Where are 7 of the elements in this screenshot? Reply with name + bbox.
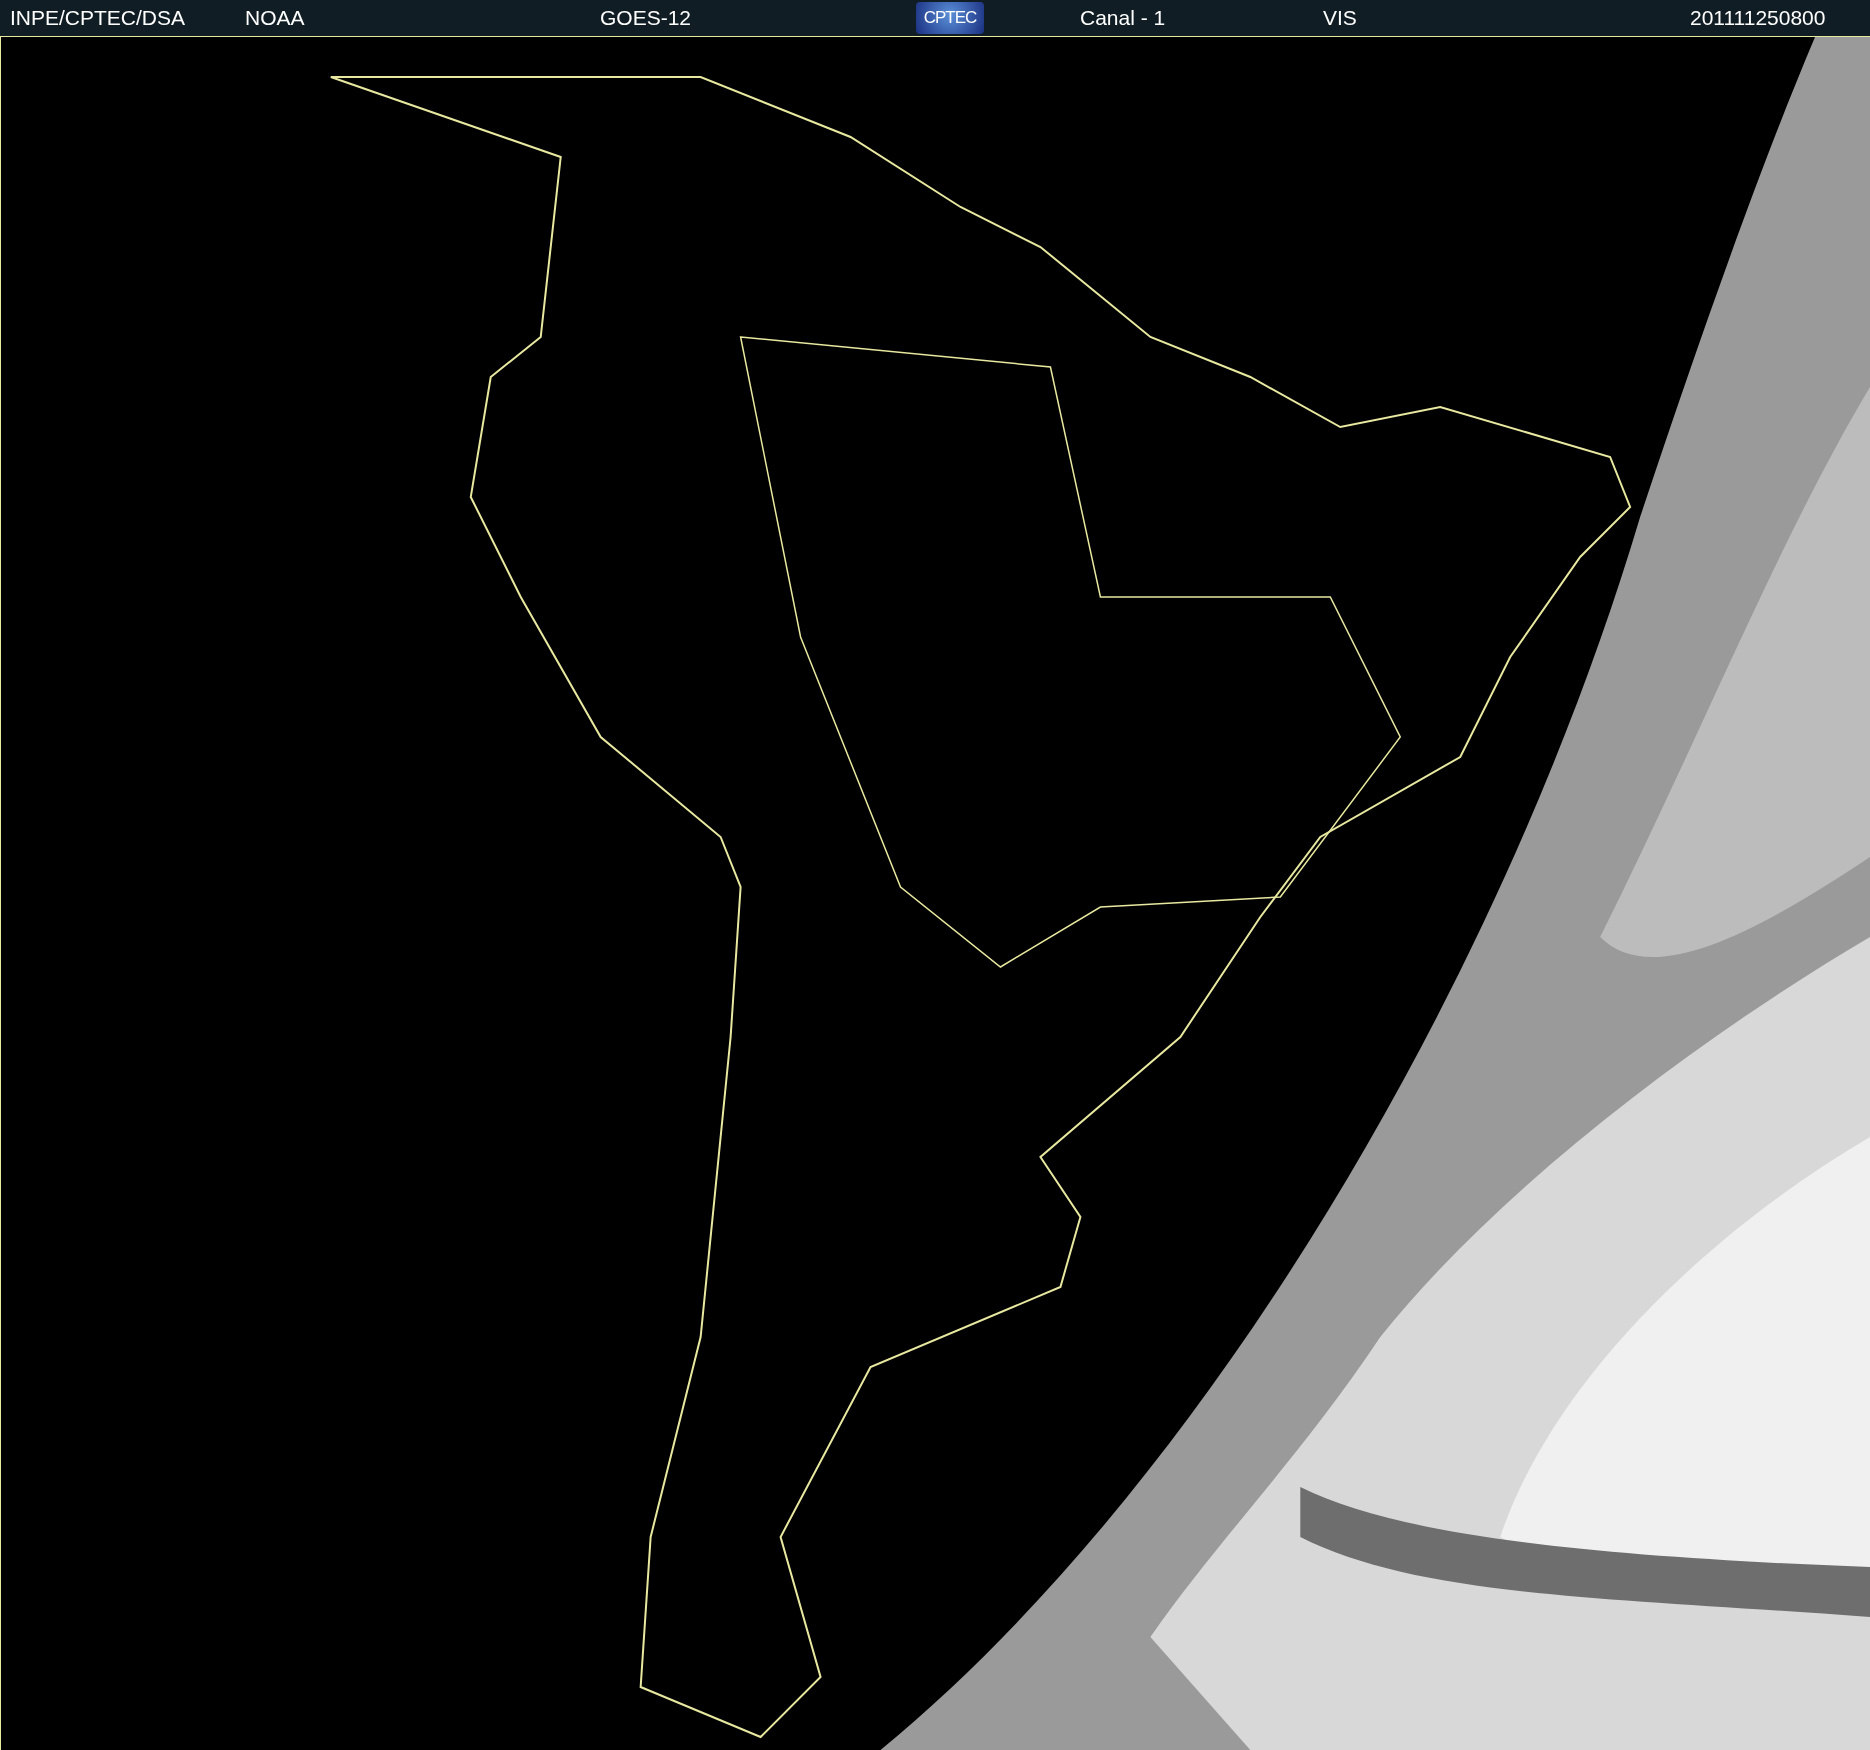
timestamp-label: 201111250800	[1690, 6, 1827, 30]
channel-label: Canal - 1	[1080, 6, 1167, 30]
satellite-label: GOES-12	[600, 6, 693, 30]
band-label: VIS	[1323, 6, 1358, 30]
agency-label: NOAA	[245, 6, 306, 30]
source-label: INPE/CPTEC/DSA	[9, 6, 187, 30]
logo: CPTEC	[916, 2, 984, 34]
